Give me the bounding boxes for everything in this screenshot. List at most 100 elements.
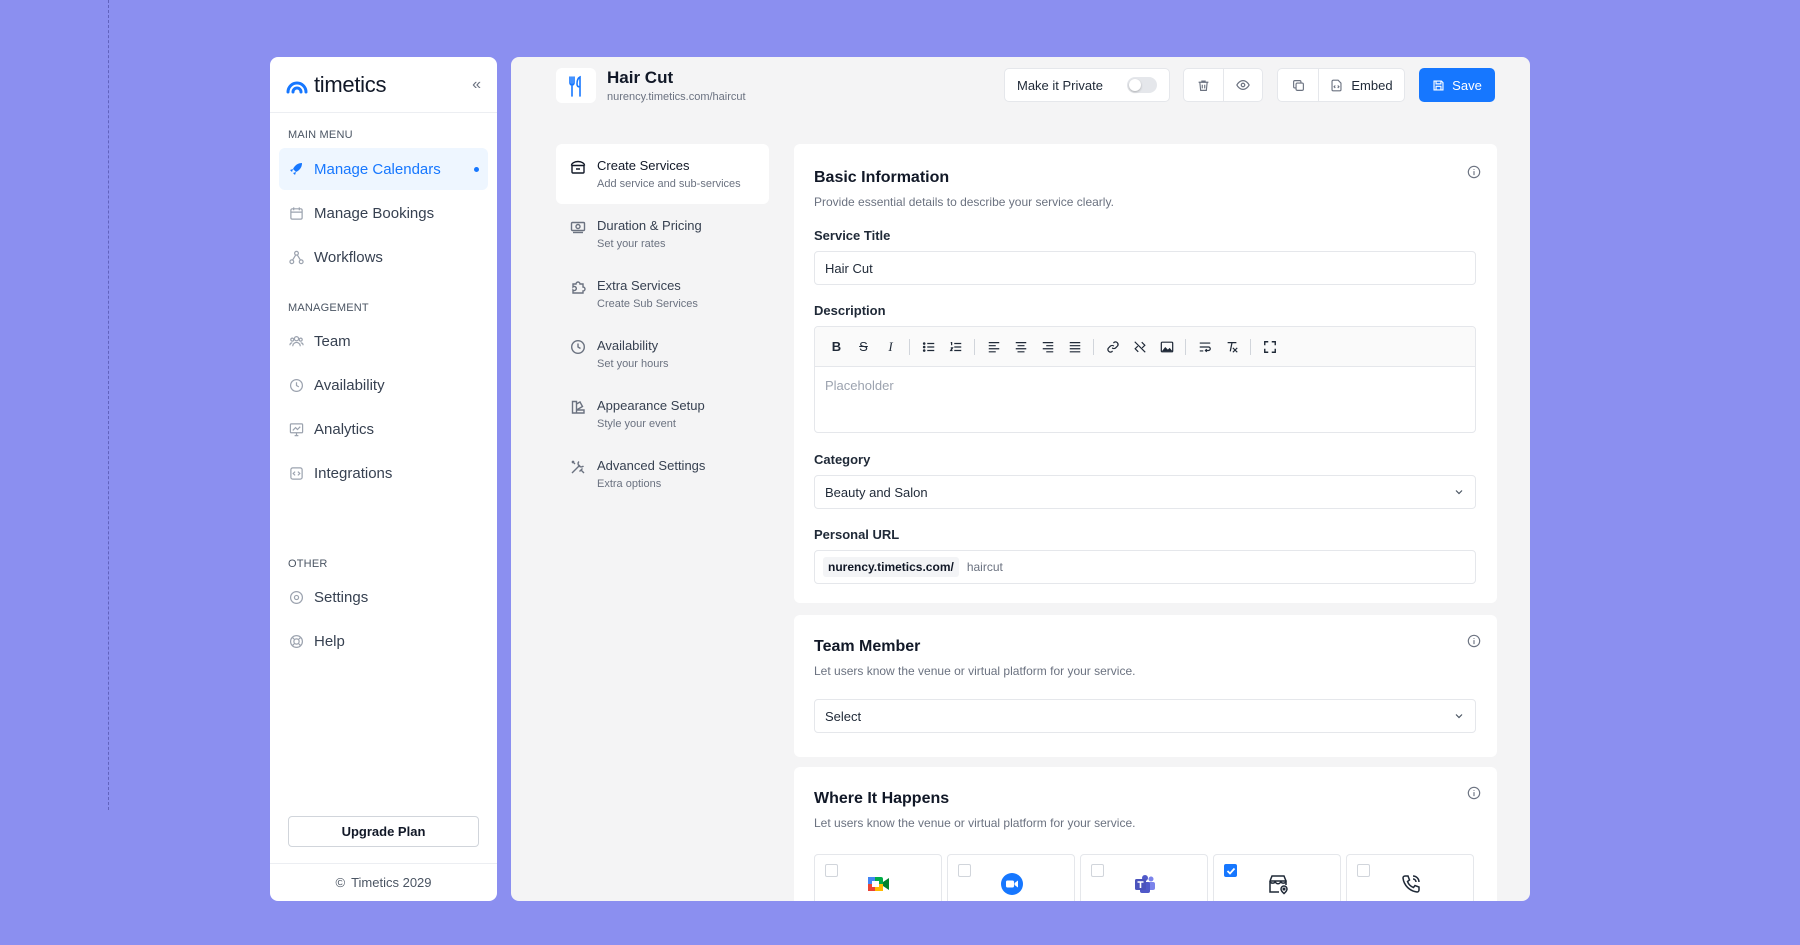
step-create-services[interactable]: Create Services Add service and sub-servi… xyxy=(556,144,769,204)
sidebar-footer: © Timetics 2029 xyxy=(270,863,497,901)
location-option-in-person[interactable] xyxy=(1213,854,1341,901)
step-availability[interactable]: Availability Set your hours xyxy=(556,324,769,384)
in-person-location-icon xyxy=(1266,872,1290,896)
align-justify-icon[interactable] xyxy=(1061,335,1088,359)
upgrade-plan-button[interactable]: Upgrade Plan xyxy=(288,816,479,847)
trash-icon xyxy=(1198,79,1209,91)
team-member-value: Select xyxy=(825,708,862,724)
team-member-card: Team Member Let users know the venue or … xyxy=(794,615,1497,757)
unlink-icon[interactable] xyxy=(1126,335,1153,359)
location-checkbox[interactable] xyxy=(958,864,971,877)
sidebar-item-help[interactable]: Help xyxy=(279,620,488,662)
service-title-input[interactable]: Hair Cut xyxy=(814,251,1476,285)
location-checkbox[interactable] xyxy=(825,864,838,877)
bullet-list-icon[interactable] xyxy=(915,335,942,359)
delete-button[interactable] xyxy=(1184,69,1223,101)
copyright-icon: © xyxy=(335,875,346,890)
italic-icon[interactable]: I xyxy=(877,335,904,359)
info-icon[interactable] xyxy=(1467,786,1481,800)
category-select[interactable]: Beauty and Salon xyxy=(814,475,1476,509)
sidebar-item-team[interactable]: Team xyxy=(279,320,488,362)
embed-button[interactable]: Embed xyxy=(1318,69,1404,101)
step-advanced-settings[interactable]: Advanced Settings Extra options xyxy=(556,444,769,504)
align-center-icon[interactable] xyxy=(1007,335,1034,359)
rocket-icon xyxy=(288,161,304,177)
brand-name: timetics xyxy=(314,71,387,97)
sidebar-item-label: Availability xyxy=(314,376,385,394)
align-right-icon[interactable] xyxy=(1034,335,1061,359)
card-title: Basic Information xyxy=(814,169,950,186)
location-option-google-meet[interactable] xyxy=(814,854,942,901)
analytics-icon xyxy=(288,421,304,437)
copy-embed-group: Embed xyxy=(1277,68,1405,102)
step-title: Advanced Settings xyxy=(597,458,706,473)
palette-icon xyxy=(571,400,585,414)
save-icon xyxy=(1433,79,1444,91)
location-option-ms-teams[interactable] xyxy=(1080,854,1208,901)
phone-call-icon xyxy=(1399,872,1423,896)
preview-button[interactable] xyxy=(1222,69,1262,101)
step-title: Create Services xyxy=(597,158,690,173)
save-button[interactable]: Save xyxy=(1419,68,1495,102)
url-slug: haircut xyxy=(966,560,1003,574)
step-title: Appearance Setup xyxy=(597,398,705,413)
integrations-icon xyxy=(288,465,304,481)
step-subtitle: Set your rates xyxy=(597,238,666,250)
make-private-toggle[interactable] xyxy=(1127,77,1157,93)
clear-format-icon[interactable] xyxy=(1218,335,1245,359)
location-checkbox[interactable] xyxy=(1357,864,1370,877)
sidebar-section-label: OTHER xyxy=(288,558,328,570)
location-checkbox[interactable] xyxy=(1091,864,1104,877)
numbered-list-icon[interactable] xyxy=(942,335,969,359)
personal-url-input[interactable]: nurency.timetics.com/ haircut xyxy=(814,550,1476,584)
ms-teams-icon xyxy=(1133,872,1157,896)
sidebar-section-label: MAIN MENU xyxy=(288,129,353,141)
category-label: Category xyxy=(814,452,871,467)
strikethrough-icon[interactable]: S xyxy=(850,335,877,359)
url-prefix: nurency.timetics.com/ xyxy=(823,557,959,577)
sidebar-item-label: Analytics xyxy=(314,420,375,438)
location-checkbox-checked[interactable] xyxy=(1224,864,1237,877)
brand-logo[interactable]: timetics xyxy=(286,72,386,98)
sidebar-item-manage-bookings[interactable]: Manage Bookings xyxy=(279,192,488,234)
footer-text: Timetics 2029 xyxy=(351,875,432,890)
step-extra-services[interactable]: Extra Services Create Sub Services xyxy=(556,264,769,324)
service-icon xyxy=(556,68,596,103)
align-left-icon[interactable] xyxy=(980,335,1007,359)
link-icon[interactable] xyxy=(1099,335,1126,359)
collapse-sidebar-icon[interactable]: « xyxy=(472,76,481,94)
sidebar-item-manage-calendars[interactable]: Manage Calendars xyxy=(279,148,488,190)
sidebar-item-availability[interactable]: Availability xyxy=(279,364,488,406)
sidebar-item-analytics[interactable]: Analytics xyxy=(279,408,488,450)
bold-icon[interactable]: B xyxy=(823,335,850,359)
google-meet-icon xyxy=(867,872,891,896)
money-icon xyxy=(570,221,586,234)
info-icon[interactable] xyxy=(1467,634,1481,648)
text-wrap-icon[interactable] xyxy=(1191,335,1218,359)
info-icon[interactable] xyxy=(1467,165,1481,179)
fullscreen-icon[interactable] xyxy=(1256,335,1283,359)
checkmark-icon xyxy=(1226,867,1235,875)
help-icon xyxy=(288,633,304,649)
where-it-happens-card: Where It Happens Let users know the venu… xyxy=(794,767,1497,901)
step-subtitle: Add service and sub-services xyxy=(597,178,741,190)
team-member-select[interactable]: Select xyxy=(814,699,1476,733)
decorative-dashed-line xyxy=(108,0,109,810)
sidebar-item-integrations[interactable]: Integrations xyxy=(279,452,488,494)
basic-information-card: Basic Information Provide essential deta… xyxy=(794,144,1497,603)
location-option-zoom[interactable] xyxy=(947,854,1075,901)
chevron-down-icon xyxy=(1455,714,1463,719)
sidebar-item-workflows[interactable]: Workflows xyxy=(279,236,488,278)
service-url[interactable]: nurency.timetics.com/haircut xyxy=(607,91,746,103)
clock-icon xyxy=(570,339,586,355)
step-duration-pricing[interactable]: Duration & Pricing Set your rates xyxy=(556,204,769,264)
image-icon[interactable] xyxy=(1153,335,1180,359)
sidebar-item-label: Manage Calendars xyxy=(314,160,441,178)
location-option-phone[interactable] xyxy=(1346,854,1474,901)
duplicate-button[interactable] xyxy=(1278,69,1318,101)
sidebar-section-label: MANAGEMENT xyxy=(288,302,369,314)
step-appearance-setup[interactable]: Appearance Setup Style your event xyxy=(556,384,769,444)
description-textarea[interactable]: Placeholder xyxy=(815,367,1475,404)
description-label: Description xyxy=(814,303,886,318)
sidebar-item-settings[interactable]: Settings xyxy=(279,576,488,618)
